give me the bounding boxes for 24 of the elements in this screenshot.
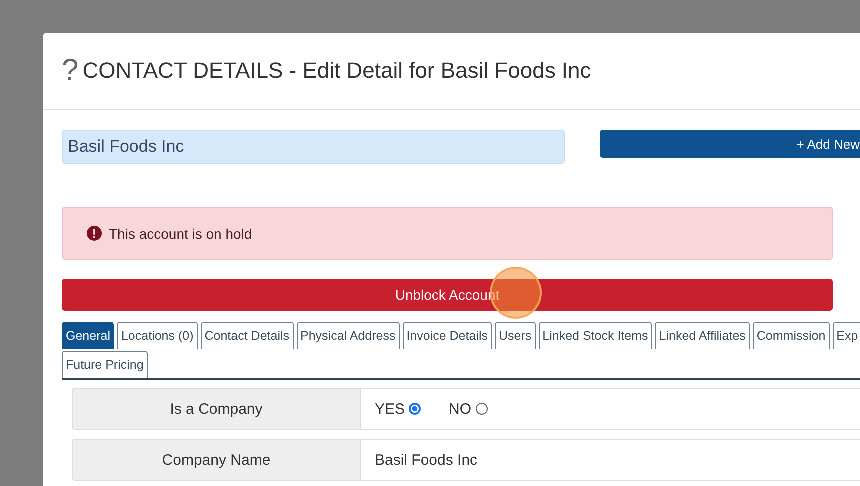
tab[interactable]: General	[62, 322, 114, 349]
field-label: Company Name	[73, 440, 361, 480]
tab[interactable]: Invoice Details	[402, 322, 492, 349]
radio-label: NO	[449, 400, 472, 418]
add-new-button[interactable]: + Add New	[600, 130, 860, 158]
field-label: Is a Company	[73, 389, 361, 429]
help-icon[interactable]: ?	[62, 56, 79, 86]
radio-label: YES	[375, 400, 406, 418]
tab[interactable]: Commission	[752, 322, 830, 349]
tab[interactable]: Users	[495, 322, 536, 349]
tab[interactable]: Linked Affiliates	[655, 322, 750, 349]
alert-icon	[87, 226, 102, 241]
tab[interactable]: Contact Details	[200, 322, 294, 349]
tab[interactable]: Locations (0)	[117, 322, 198, 349]
modal-title: CONTACT DETAILS - Edit Detail for Basil Foods Inc	[82, 58, 592, 84]
tab[interactable]: Future Pricing	[62, 351, 148, 378]
alert-text: This account is on hold	[109, 226, 252, 242]
radio-button[interactable]	[409, 403, 422, 415]
company-name-text: Basil Foods Inc	[375, 452, 478, 468]
radio-button[interactable]	[476, 403, 488, 415]
tab[interactable]: Physical Address	[296, 322, 400, 349]
tab[interactable]: Exp	[832, 322, 860, 349]
account-name-field[interactable]: Basil Foods Inc	[62, 130, 565, 164]
tab[interactable]: Linked Stock Items	[538, 322, 652, 349]
